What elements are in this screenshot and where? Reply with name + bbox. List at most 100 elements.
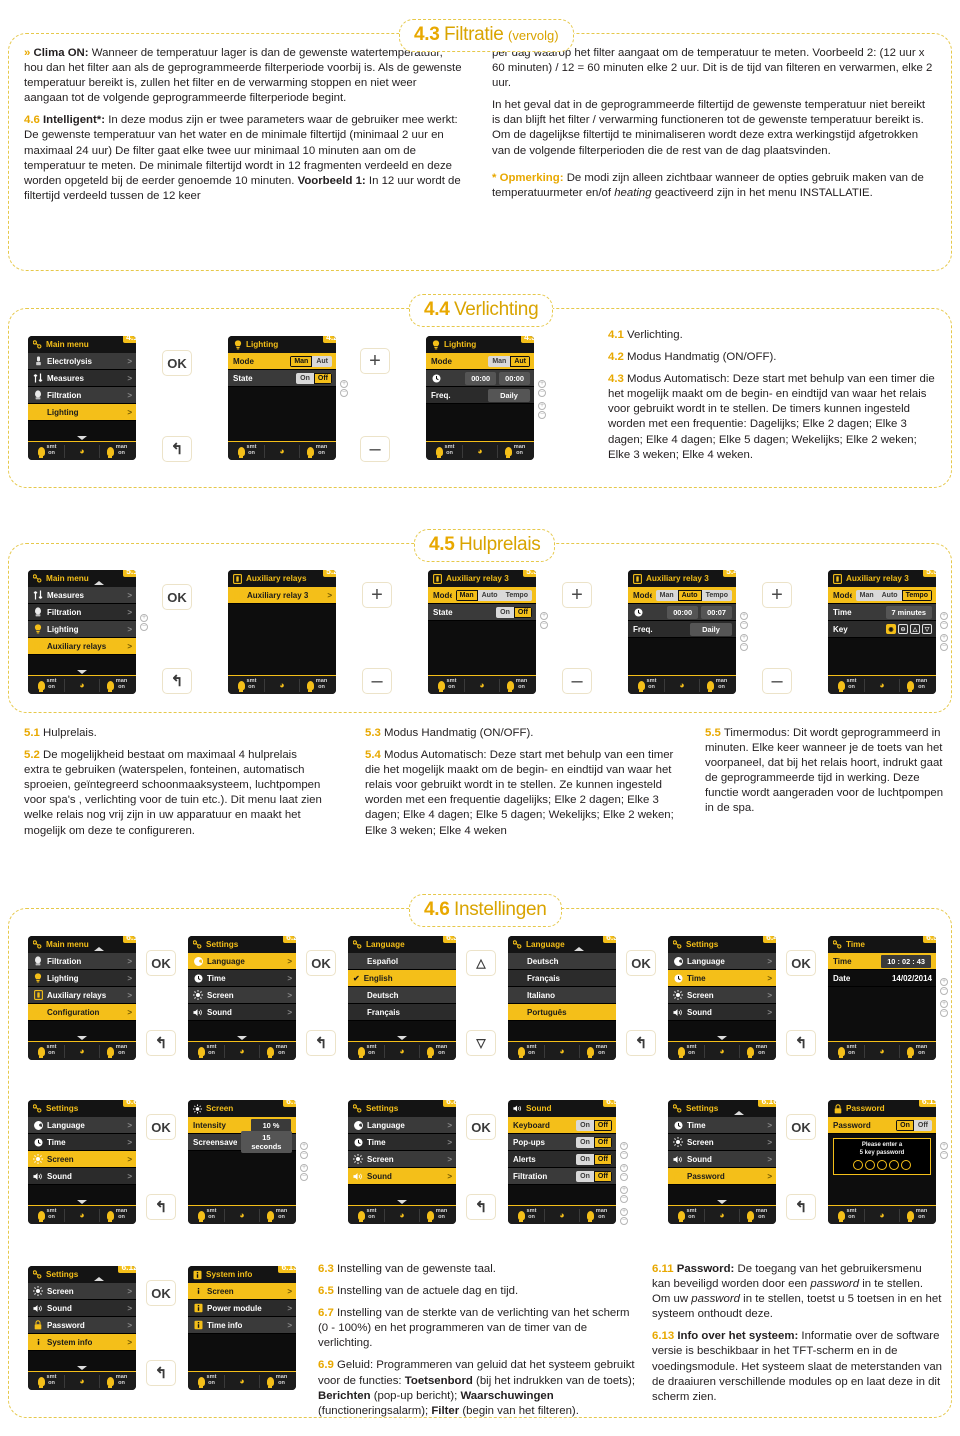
knob-minus-icon[interactable]: − <box>538 389 546 397</box>
panel-row[interactable]: Auxiliary relays > <box>28 638 136 655</box>
device-screen-6-1[interactable]: 6.1 Main menu Filtration > Lighting > Auxiliar… <box>28 936 136 1060</box>
panel-row[interactable]: Sound > <box>668 1004 776 1021</box>
panel-row[interactable]: Sound > <box>668 1151 776 1168</box>
scroll-down-arrow-icon[interactable] <box>717 1036 727 1040</box>
segment-option[interactable]: Off <box>914 1120 932 1131</box>
knob-plus-icon[interactable]: + <box>538 402 546 410</box>
ok-button[interactable]: OK <box>466 1114 496 1140</box>
plus-minus-knob-pair[interactable]: + − <box>940 612 960 629</box>
row-value[interactable]: On Off <box>296 372 332 384</box>
ok-button[interactable]: OK <box>162 584 192 610</box>
device-screen-6-11[interactable]: 6.11 Password Password On Off Please enter a5… <box>828 1100 936 1224</box>
panel-row[interactable]: Language > <box>28 1117 136 1134</box>
segmented-control[interactable]: On Off <box>576 1136 612 1148</box>
panel-row[interactable]: Screen > <box>668 987 776 1004</box>
panel-row[interactable]: Screen > <box>668 1134 776 1151</box>
panel-row[interactable]: Measures > <box>28 587 136 604</box>
panel-row[interactable]: Mode Man Aut <box>426 353 534 370</box>
plus-minus-knob-pair[interactable]: + − <box>940 1000 960 1017</box>
segment-option[interactable]: Off <box>593 1136 612 1148</box>
panel-row[interactable]: ✔ English <box>348 970 456 987</box>
segment-option[interactable]: Man <box>488 356 510 367</box>
device-screen-5-2[interactable]: 5.2 Auxiliary relays Auxiliary relay 3 > smt… <box>228 570 336 694</box>
knob-plus-icon[interactable]: + <box>140 614 148 622</box>
time-value[interactable]: 00:00 <box>465 371 497 385</box>
scroll-down-arrow-icon[interactable] <box>77 436 87 440</box>
back-button[interactable]: ↰ <box>162 668 192 694</box>
knob-minus-icon[interactable]: − <box>538 411 546 419</box>
panel-row[interactable]: Filtration On Off <box>508 1168 616 1185</box>
knob-plus-icon[interactable]: + <box>940 612 948 620</box>
row-value[interactable]: 00:00 00:07 <box>667 605 732 619</box>
segment-option[interactable]: On <box>576 1120 594 1131</box>
knob-plus-icon[interactable]: + <box>620 1208 628 1216</box>
knob-plus-icon[interactable]: + <box>740 634 748 642</box>
value-box[interactable]: Daily <box>690 622 732 636</box>
panel-row[interactable]: Sound > <box>348 1168 456 1185</box>
scroll-up-button[interactable]: △ <box>466 950 496 976</box>
device-screen-5-5[interactable]: 5.5Auxiliary relay 3ModeManAutoTempoTime… <box>828 570 936 694</box>
device-screen-6-6[interactable]: 6.6 Settings Language > Time > Screen > Sound > sm… <box>28 1100 136 1224</box>
knob-plus-icon[interactable]: + <box>538 380 546 388</box>
segment-option[interactable]: Off <box>593 1119 612 1131</box>
password-dot-icon[interactable] <box>865 1160 875 1170</box>
segmented-control[interactable]: On Off <box>896 1119 932 1131</box>
knob-minus-icon[interactable]: − <box>940 1151 948 1159</box>
row-value[interactable]: On Off <box>576 1153 612 1165</box>
back-button[interactable]: ↰ <box>146 1360 176 1386</box>
panel-row[interactable]: Deutsch <box>508 953 616 970</box>
panel-row[interactable]: Screen > <box>28 1283 136 1300</box>
segmented-control[interactable]: On Off <box>576 1170 612 1182</box>
panel-row[interactable]: Sound > <box>188 1004 296 1021</box>
knob-minus-icon[interactable]: − <box>140 623 148 631</box>
knob-minus-icon[interactable]: − <box>300 1151 308 1159</box>
segment-option[interactable]: Tempo <box>702 590 732 601</box>
row-value[interactable]: Man Auto Tempo <box>855 589 932 601</box>
value-box[interactable]: 7 minutes <box>885 605 932 619</box>
back-button[interactable]: ↰ <box>306 1030 336 1056</box>
segment-option[interactable]: Man <box>656 590 678 601</box>
device-screen-6-10[interactable]: 6.10 Settings Time > Screen > Sound > Password > s… <box>668 1100 776 1224</box>
plus-button[interactable]: + <box>360 348 390 374</box>
knob-plus-icon[interactable]: + <box>940 1000 948 1008</box>
ok-button[interactable]: OK <box>306 950 336 976</box>
panel-row[interactable]: Pop-ups On Off <box>508 1134 616 1151</box>
panel-row[interactable]: Filtration > <box>28 387 136 404</box>
segmented-control[interactable]: On Off <box>296 372 332 384</box>
knob-plus-icon[interactable]: + <box>300 1164 308 1172</box>
panel-row[interactable]: Time info > <box>188 1317 296 1334</box>
row-value[interactable]: On Off <box>576 1119 612 1131</box>
ok-button[interactable]: OK <box>146 1114 176 1140</box>
panel-row[interactable]: Deutsch <box>348 987 456 1004</box>
segment-option[interactable]: Man <box>455 589 478 601</box>
value-box[interactable]: 10 : 02 : 43 <box>880 953 932 969</box>
panel-row[interactable]: ModeManAutoTempo <box>828 587 936 604</box>
key-selector[interactable]: ◉ ⊖ △ ▽ <box>886 624 932 634</box>
panel-row[interactable]: Lighting > <box>28 970 136 987</box>
key-option-icon[interactable]: ▽ <box>922 624 932 634</box>
row-value[interactable]: 15 seconds <box>240 1131 292 1153</box>
segment-option[interactable]: Tempo <box>502 590 532 601</box>
device-screen-6-3[interactable]: 6.3 Language Español ✔ English Deutsch Françai… <box>348 936 456 1060</box>
panel-row[interactable]: Lighting > <box>28 621 136 638</box>
row-value[interactable]: Man Aut <box>488 355 530 367</box>
row-value[interactable]: 00:00 00:00 <box>465 371 530 385</box>
knob-plus-icon[interactable]: + <box>540 612 548 620</box>
panel-row[interactable]: Freq. Daily <box>628 621 736 638</box>
segmented-control[interactable]: Man Auto Tempo <box>655 589 732 601</box>
segment-option[interactable]: On <box>896 1119 914 1131</box>
row-value[interactable]: On Off <box>496 606 532 618</box>
back-button[interactable]: ↰ <box>162 436 192 462</box>
row-value[interactable]: Man Aut <box>290 355 332 367</box>
device-screen-4-2[interactable]: 4.2 Lighting Mode Man Aut State On Off smt on ◕ man… <box>228 336 336 460</box>
back-button[interactable]: ↰ <box>146 1194 176 1220</box>
segment-option[interactable]: Off <box>593 1153 612 1165</box>
time-value[interactable]: 00:00 <box>667 605 699 619</box>
panel-row[interactable]: Password > <box>28 1317 136 1334</box>
panel-row[interactable]: Lighting > <box>28 404 136 421</box>
knob-plus-icon[interactable]: + <box>340 380 348 388</box>
device-screen-6-12[interactable]: 6.12 Settings Screen > Sound > Password > System… <box>28 1266 136 1390</box>
segmented-control[interactable]: Man Aut <box>290 355 332 367</box>
device-screen-6-5[interactable]: 6.5 Time Time 10 : 02 : 43 Date 14/02/2014 smt… <box>828 936 936 1060</box>
segment-option[interactable]: Off <box>513 606 532 618</box>
